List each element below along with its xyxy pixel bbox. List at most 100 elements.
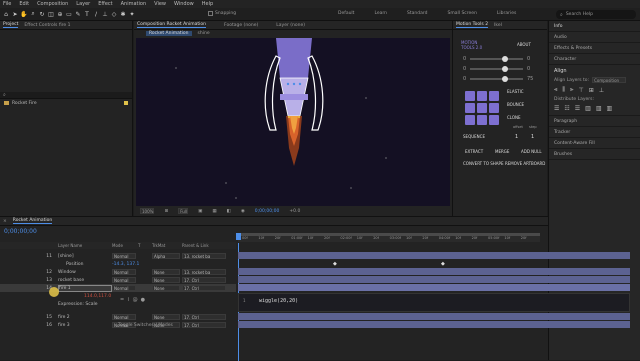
- anchor-point[interactable]: [292, 82, 296, 86]
- exposure-value[interactable]: +0.0: [289, 209, 300, 214]
- slider-thumb[interactable]: [501, 56, 508, 62]
- panel-tracker[interactable]: Tracker: [549, 127, 640, 138]
- slider-value[interactable]: 0: [527, 56, 535, 62]
- workspace-default[interactable]: Default: [338, 11, 354, 16]
- anchor-button[interactable]: [477, 103, 487, 113]
- trkmat-dropdown[interactable]: None: [152, 277, 180, 283]
- trkmat-dropdown[interactable]: None: [152, 285, 180, 291]
- add-null-button[interactable]: ADD NULL: [521, 149, 542, 154]
- project-item[interactable]: Rocket Fire: [0, 99, 132, 107]
- hand-tool-icon[interactable]: ✋: [20, 10, 28, 18]
- align-bottom-icon[interactable]: ⊥: [599, 87, 604, 94]
- parent-dropdown[interactable]: 17. Ctrl: [182, 322, 226, 328]
- slider-value[interactable]: 75: [527, 76, 535, 82]
- mode-dropdown[interactable]: Normal: [112, 277, 136, 283]
- viewer-timecode[interactable]: 0;00;00;00: [255, 209, 280, 214]
- layer-name[interactable]: Window: [58, 270, 112, 275]
- expression-editor[interactable]: 1 wiggle(20,20): [238, 293, 630, 312]
- playhead-handle[interactable]: [236, 233, 241, 240]
- trkmat-dropdown[interactable]: None: [152, 314, 180, 320]
- anchor-point[interactable]: [286, 82, 290, 86]
- pan-tool-icon[interactable]: ⊕: [56, 10, 64, 18]
- brush-tool-icon[interactable]: ∕: [92, 10, 100, 18]
- anchor-button[interactable]: [489, 91, 499, 101]
- breadcrumb-rocket-animation[interactable]: Rocket Animation: [146, 31, 192, 36]
- menu-help[interactable]: Help: [202, 1, 213, 7]
- distribute-hcenter-icon[interactable]: ▥: [596, 105, 602, 112]
- align-top-icon[interactable]: ⊤: [579, 87, 584, 94]
- mode-dropdown[interactable]: Normal: [112, 253, 136, 259]
- distribute-left-icon[interactable]: ▥: [585, 105, 591, 112]
- zoom-dropdown[interactable]: 100%: [140, 208, 155, 214]
- mode-dropdown[interactable]: Normal: [112, 269, 136, 275]
- parent-dropdown[interactable]: 17. Ctrl: [182, 277, 226, 283]
- menu-view[interactable]: View: [154, 1, 166, 7]
- workspace-small-screen[interactable]: Small Screen: [448, 11, 477, 16]
- anchor-button[interactable]: [489, 103, 499, 113]
- elastic-button[interactable]: ELASTIC: [507, 89, 524, 94]
- search-help-field[interactable]: ⌕ Search Help: [556, 10, 636, 19]
- tab-layer[interactable]: Layer (none): [276, 23, 305, 28]
- slider-value[interactable]: 0: [527, 66, 535, 72]
- layer-name[interactable]: fire 2: [58, 315, 112, 320]
- slider-thumb[interactable]: [501, 76, 508, 82]
- anchor-button[interactable]: [465, 115, 475, 125]
- tab-effect-controls[interactable]: Effect Controls fire 1: [24, 23, 70, 28]
- slider-track[interactable]: [470, 76, 523, 82]
- menu-edit[interactable]: Edit: [19, 1, 29, 7]
- parent-dropdown[interactable]: 13. rocket ba: [182, 269, 226, 275]
- distribute-top-icon[interactable]: ☰: [554, 105, 559, 112]
- sequence-button[interactable]: SEQUENCE: [463, 134, 485, 139]
- panel-effects-presets[interactable]: Effects & Presets: [549, 43, 640, 54]
- merge-button[interactable]: MERGE: [495, 149, 509, 154]
- grid-icon[interactable]: ⊞: [164, 209, 168, 214]
- layer-row[interactable]: 13 rocket base Normal None 17. Ctrl: [0, 276, 236, 284]
- layer-bar[interactable]: [238, 252, 630, 259]
- layer-name[interactable]: rocket base: [58, 278, 112, 283]
- camera-tool-icon[interactable]: ◫: [47, 10, 55, 18]
- anchor-button[interactable]: [489, 115, 499, 125]
- layer-bar[interactable]: [238, 268, 630, 275]
- snapping-checkbox[interactable]: [208, 11, 213, 16]
- slider-track[interactable]: [470, 56, 523, 62]
- stamp-tool-icon[interactable]: ⊥: [101, 10, 109, 18]
- handle-point[interactable]: [287, 115, 291, 119]
- menu-file[interactable]: File: [3, 1, 11, 7]
- roto-tool-icon[interactable]: ✱: [119, 10, 127, 18]
- breadcrumb-shine[interactable]: shine: [198, 31, 210, 36]
- workspace-standard[interactable]: Standard: [407, 11, 427, 16]
- parent-dropdown[interactable]: 17. Ctrl: [182, 285, 226, 291]
- parent-dropdown[interactable]: 13. rocket ba: [182, 253, 226, 259]
- layer-name[interactable]: fire 1: [58, 284, 112, 292]
- panel-paragraph[interactable]: Paragraph: [549, 116, 640, 127]
- offset-value[interactable]: 1: [515, 134, 518, 140]
- snapping-toggle[interactable]: Snapping: [208, 11, 236, 16]
- anchor-button[interactable]: [465, 103, 475, 113]
- close-icon[interactable]: ×: [3, 219, 7, 224]
- tab-motion-tools[interactable]: Motion Tools 2: [456, 22, 489, 28]
- eraser-tool-icon[interactable]: ◇: [110, 10, 118, 18]
- layer-row[interactable]: 11 [shine] Normal Alpha 13. rocket ba: [0, 252, 236, 260]
- expression-enable-icon[interactable]: =: [120, 297, 124, 303]
- anchor-button[interactable]: [477, 91, 487, 101]
- align-to-dropdown[interactable]: Composition: [592, 77, 627, 83]
- pen-tool-icon[interactable]: ✎: [74, 10, 82, 18]
- layer-bar[interactable]: [238, 276, 630, 283]
- slider-track[interactable]: [470, 66, 523, 72]
- menu-effect[interactable]: Effect: [98, 1, 112, 7]
- layer-name[interactable]: fire 3: [58, 323, 112, 328]
- step-value[interactable]: 1: [531, 134, 534, 140]
- anchor-button[interactable]: [477, 115, 487, 125]
- graph-icon[interactable]: ⌇: [127, 297, 129, 303]
- menu-window[interactable]: Window: [174, 1, 194, 7]
- align-hcenter-icon[interactable]: ⫼: [562, 86, 565, 94]
- tab-ikel[interactable]: Ikel: [494, 23, 502, 28]
- panel-brushes[interactable]: Brushes: [549, 149, 640, 160]
- menu-composition[interactable]: Composition: [37, 1, 68, 7]
- layer-name[interactable]: [shine]: [58, 254, 112, 259]
- layer-row-selected[interactable]: 14 fire 1 Normal None 17. Ctrl: [0, 284, 236, 292]
- time-ruler[interactable]: 00f 10f 20f 01:00f 10f 20f 02:00f 10f 20f 03:00f 1…: [238, 233, 540, 242]
- layer-row[interactable]: 15 fire 2 Normal None 17. Ctrl: [0, 313, 236, 321]
- layer-bar-selected[interactable]: [238, 284, 630, 291]
- layer-bar[interactable]: [238, 313, 630, 320]
